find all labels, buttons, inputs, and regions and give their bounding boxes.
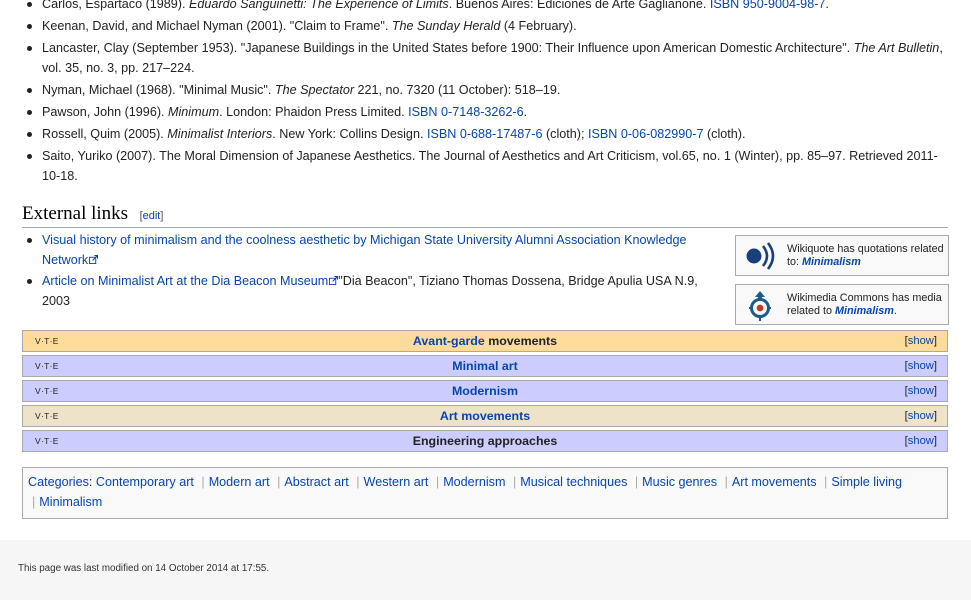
reference-title: The Spectator bbox=[274, 83, 355, 97]
reference-item: Saito, Yuriko (2007). The Moral Dimensio… bbox=[24, 146, 949, 186]
reference-text: Lancaster, Clay (September 1953). "Japan… bbox=[42, 41, 854, 55]
reference-text: (4 February). bbox=[500, 19, 577, 33]
category-link[interactable]: Contemporary art bbox=[96, 475, 194, 489]
navbox-title: Minimal art bbox=[23, 356, 947, 376]
reference-text: . London: Phaidon Press Limited. bbox=[219, 105, 409, 119]
external-link[interactable]: Article on Minimalist Art at the Dia Bea… bbox=[42, 274, 328, 288]
reference-text: Saito, Yuriko (2007). The Moral Dimensio… bbox=[42, 149, 938, 183]
reference-item: Keenan, David, and Michael Nyman (2001).… bbox=[24, 16, 949, 36]
category-link[interactable]: Musical techniques bbox=[520, 475, 627, 489]
reference-title: Minimalist Interiors bbox=[167, 127, 273, 141]
category-link[interactable]: Modern art bbox=[209, 475, 270, 489]
reference-text: . bbox=[523, 105, 528, 119]
navbox-title: Engineering approaches bbox=[412, 434, 558, 448]
section-title: External links bbox=[22, 203, 129, 224]
reference-text: Carlos, Espartaco (1989). bbox=[42, 0, 189, 11]
references-list: Carlos, Espartaco (1989). Eduardo Sangui… bbox=[24, 0, 949, 188]
reference-title: The Art Bulletin bbox=[853, 41, 940, 55]
last-modified-text: This page was last modified on 14 Octobe… bbox=[18, 563, 270, 574]
navbox-show-toggle[interactable]: show bbox=[908, 410, 934, 422]
reference-text: . New York: Collins Design. bbox=[272, 127, 427, 141]
isbn-link[interactable]: ISBN 0-7148-3262-6 bbox=[408, 105, 524, 119]
commons-minimalism-link[interactable]: Minimalism bbox=[835, 305, 894, 317]
reference-item: Rossell, Quim (2005). Minimalist Interio… bbox=[24, 124, 949, 144]
navbox: V·T·E Minimal art [show] bbox=[22, 355, 948, 377]
external-link[interactable]: Visual history of minimalism and the coo… bbox=[42, 233, 686, 267]
category-link[interactable]: Art movements bbox=[732, 475, 817, 489]
navbox-show-toggle[interactable]: show bbox=[908, 385, 934, 397]
navbox: V·T·E Avant-garde movements [show] bbox=[22, 330, 948, 352]
commons-box: Wikimedia Commons has media related to M… bbox=[735, 284, 949, 325]
navbox-title: Modernism bbox=[23, 381, 947, 401]
category-link[interactable]: Western art bbox=[364, 475, 429, 489]
wikiquote-icon bbox=[746, 242, 775, 270]
external-link-item: Visual history of minimalism and the coo… bbox=[24, 230, 714, 270]
category-links: Categories: Contemporary art | Modern art… bbox=[22, 467, 948, 519]
navbox-title-link[interactable]: Art movements bbox=[440, 409, 530, 423]
reference-title: The Sunday Herald bbox=[391, 19, 501, 33]
navbox: V·T·E Modernism [show] bbox=[22, 380, 948, 402]
edit-section-link[interactable]: edit bbox=[143, 210, 161, 222]
external-link-item: Article on Minimalist Art at the Dia Bea… bbox=[24, 271, 714, 311]
navbox-title: Art movements bbox=[23, 406, 947, 426]
isbn-link[interactable]: ISBN 0-06-082990-7 bbox=[588, 127, 704, 141]
reference-text: Pawson, John (1996). bbox=[42, 105, 169, 119]
isbn-link[interactable]: ISBN 0-688-17487-6 bbox=[427, 127, 543, 141]
footer: This page was last modified on 14 Octobe… bbox=[0, 540, 971, 600]
navbox-show-toggle[interactable]: show bbox=[908, 360, 934, 372]
external-link-icon bbox=[89, 255, 99, 264]
external-links-heading: External links [edit] bbox=[22, 201, 948, 228]
reference-title: Eduardo Sanguinetti: The Experience of L… bbox=[189, 0, 449, 11]
wikiquote-box: Wikiquote has quotations related to: Min… bbox=[735, 235, 949, 276]
commons-icon bbox=[749, 291, 771, 321]
reference-title: Minimum bbox=[168, 105, 220, 119]
category-link[interactable]: Music genres bbox=[642, 475, 717, 489]
navbox-show-toggle[interactable]: show bbox=[908, 435, 934, 447]
reference-text: Keenan, David, and Michael Nyman (2001).… bbox=[42, 19, 392, 33]
reference-item: Nyman, Michael (1968). "Minimal Music". … bbox=[24, 80, 949, 100]
categories-label-link[interactable]: Categories bbox=[28, 475, 89, 489]
navbox-title-link[interactable]: Minimal art bbox=[452, 359, 517, 373]
navbox-title-link[interactable]: Modernism bbox=[452, 384, 518, 398]
reference-item: Lancaster, Clay (September 1953). "Japan… bbox=[24, 38, 949, 78]
category-link[interactable]: Abstract art bbox=[284, 475, 348, 489]
isbn-link[interactable]: ISBN 950-9004-98-7 bbox=[710, 0, 826, 11]
reference-text: . bbox=[825, 0, 829, 11]
wikiquote-minimalism-link[interactable]: Minimalism bbox=[802, 256, 861, 268]
reference-text: 221, no. 7320 (11 October): 518–19. bbox=[354, 83, 561, 97]
reference-text: (cloth); bbox=[542, 127, 588, 141]
navbox-show-toggle[interactable]: show bbox=[908, 335, 934, 347]
reference-text: Rossell, Quim (2005). bbox=[42, 127, 168, 141]
category-link[interactable]: Simple living bbox=[831, 475, 902, 489]
reference-item: Pawson, John (1996). Minimum. London: Ph… bbox=[24, 102, 949, 122]
category-link[interactable]: Modernism bbox=[443, 475, 505, 489]
reference-text: . Buenos Aires: Ediciones de Arte Gaglia… bbox=[448, 0, 710, 11]
navbox: V·T·E Engineering approaches [show] bbox=[22, 430, 948, 452]
category-link[interactable]: Minimalism bbox=[39, 495, 102, 509]
navbox-title: Avant-garde movements bbox=[412, 334, 558, 348]
navbox-title-link[interactable]: Avant-garde bbox=[413, 334, 485, 348]
reference-item: Carlos, Espartaco (1989). Eduardo Sangui… bbox=[24, 0, 949, 14]
reference-text: Nyman, Michael (1968). "Minimal Music". bbox=[42, 83, 275, 97]
reference-text: (cloth). bbox=[703, 127, 746, 141]
external-link-icon bbox=[329, 276, 339, 285]
navbox: V·T·E Art movements [show] bbox=[22, 405, 948, 427]
external-links-list: Visual history of minimalism and the coo… bbox=[24, 230, 714, 312]
